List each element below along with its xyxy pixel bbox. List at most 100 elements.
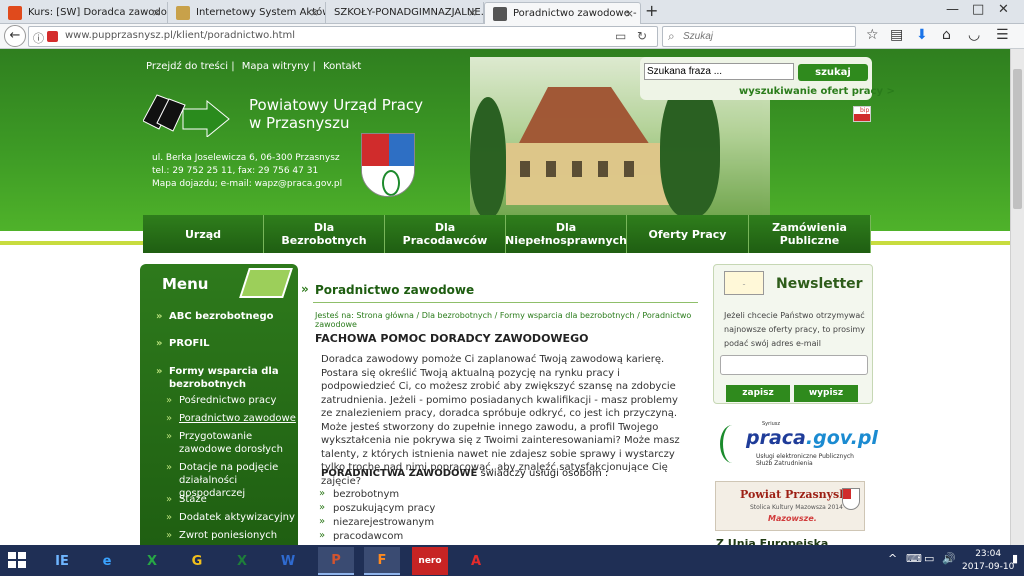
ie-task-icon[interactable]: IE — [44, 547, 80, 575]
word-task-icon[interactable]: W — [270, 547, 306, 575]
nav-dla-niepelnosprawnych[interactable]: Dla Niepełnosprawnych — [505, 215, 627, 253]
page-title: Poradnictwo zawodowe — [301, 282, 474, 297]
keyboard-icon[interactable]: ⌨ — [906, 552, 922, 565]
unsubscribe-button[interactable]: wypisz — [794, 385, 858, 402]
newsletter-title: Newsletter — [776, 276, 863, 292]
bullet-icon: » — [156, 366, 163, 377]
back-button[interactable]: ← — [4, 25, 26, 47]
acrobat-task-icon[interactable]: A — [458, 547, 494, 575]
bullet-icon: » — [166, 395, 173, 406]
email-field[interactable] — [720, 355, 868, 375]
browser-tab-3[interactable]: SZKOŁY-PONADGIMNAZJALNE… × — [326, 2, 484, 24]
submenu-przygotowanie[interactable]: » Przygotowanie zawodowe dorosłych — [166, 430, 283, 456]
nav-dla-pracodawcow[interactable]: Dla Pracodawców — [385, 215, 506, 253]
nav-urzad[interactable]: Urząd — [143, 215, 264, 253]
menu-item-formy-wsparcia[interactable]: » Formy wsparcia dla bezrobotnych — [156, 365, 279, 391]
praca-gov-banner[interactable]: Syriusz praca.gov.pl Usługi elektroniczn… — [716, 421, 878, 469]
url-bar[interactable]: ⓘ www.pupprzasnysz.pl/klient/poradnictwo… — [28, 26, 658, 47]
search-button[interactable]: szukaj — [798, 64, 868, 81]
edge-task-icon[interactable]: e — [89, 547, 125, 575]
list-item: pracodawcom — [319, 530, 403, 542]
reader-view-icon[interactable]: ▭ — [615, 29, 626, 43]
new-tab-button[interactable]: + — [645, 1, 658, 20]
bullet-icon: » — [156, 311, 163, 322]
close-tab-icon[interactable]: × — [152, 6, 161, 19]
list-item: niezarejestrowanym — [319, 516, 434, 528]
pocket-icon[interactable]: ◡ — [968, 27, 980, 43]
bullet-icon: » — [166, 512, 173, 523]
menu-item-profil[interactable]: » PROFIL — [156, 337, 209, 350]
site-search-input[interactable] — [644, 63, 794, 80]
excel-task-icon[interactable]: X — [134, 547, 170, 575]
subscribe-button[interactable]: zapisz — [726, 385, 790, 402]
building-roof — [518, 87, 650, 145]
main-navigation: Urząd Dla Bezrobotnych Dla Pracodawców D… — [143, 215, 871, 253]
document-favicon-icon — [176, 6, 190, 20]
browser-search-input[interactable] — [683, 29, 851, 44]
maximize-icon[interactable]: □ — [972, 2, 984, 17]
tab-title: Poradnictwo zawodowe - P… — [513, 8, 640, 19]
menu-item-abc[interactable]: » ABC bezrobotnego — [156, 310, 273, 323]
close-window-icon[interactable]: ✕ — [998, 2, 1009, 17]
minimize-icon[interactable]: — — [946, 2, 959, 17]
bookmark-star-icon[interactable]: ☆ — [866, 27, 879, 43]
submenu-dodatek[interactable]: » Dodatek aktywizacyjny — [166, 511, 295, 524]
powerpoint-task-icon[interactable]: P — [318, 547, 354, 575]
breadcrumb[interactable]: Jesteś na: Strona główna / Dla bezrobotn… — [315, 311, 707, 329]
coat-of-arms-icon — [361, 133, 415, 197]
submenu-posrednictwo[interactable]: » Pośrednictwo pracy — [166, 394, 276, 407]
nav-dla-bezrobotnych[interactable]: Dla Bezrobotnych — [264, 215, 385, 253]
firefox-task-icon[interactable]: F — [364, 547, 400, 575]
close-tab-icon[interactable]: × — [310, 6, 319, 19]
volume-icon[interactable]: 🔊 — [942, 552, 956, 565]
sitemap-link[interactable]: Mapa witryny | — [242, 61, 316, 72]
reload-icon[interactable]: ↻ — [637, 29, 647, 43]
network-icon[interactable]: ▭ — [924, 552, 934, 565]
chrome-task-icon[interactable]: G — [179, 547, 215, 575]
moodle-favicon-icon — [8, 6, 22, 20]
bip-logo-icon[interactable]: bip — [853, 106, 871, 122]
browser-tab-2[interactable]: Internetowy System Aktów P… × — [168, 2, 326, 24]
browser-search-bar[interactable]: ⌕ — [662, 26, 856, 47]
contact-link[interactable]: Kontakt — [323, 61, 361, 72]
scrollbar-thumb[interactable] — [1013, 69, 1022, 209]
info-icon[interactable]: ⓘ — [33, 30, 44, 46]
menu-icon[interactable]: ☰ — [996, 27, 1009, 43]
url-text[interactable]: www.pupprzasnysz.pl/klient/poradnictwo.h… — [65, 30, 295, 41]
menu-arrow-icon — [239, 268, 293, 298]
submenu-poradnictwo[interactable]: » Poradnictwo zawodowe — [166, 412, 296, 425]
submenu-zwrot[interactable]: » Zwrot poniesionych — [166, 529, 277, 542]
map-email-link[interactable]: Mapa dojazdu; e-mail: wapz@praca.gov.pl — [152, 178, 342, 191]
skip-to-content-link[interactable]: Przejdź do treści | — [146, 61, 235, 72]
nav-zamowienia-publiczne[interactable]: Zamówienia Publiczne — [749, 215, 871, 253]
institution-name: Powiatowy Urząd Pracy w Przasnyszu — [249, 96, 424, 132]
pup-logo-icon[interactable] — [143, 91, 231, 137]
blocked-content-icon[interactable] — [47, 31, 58, 42]
close-tab-icon[interactable]: × — [468, 6, 477, 19]
next-section-heading: Z Unią Europejską… — [716, 537, 840, 545]
windows-start-icon[interactable] — [8, 552, 28, 570]
home-icon[interactable]: ⌂ — [942, 27, 951, 43]
close-tab-icon[interactable]: × — [625, 7, 634, 20]
nav-oferty-pracy[interactable]: Oferty Pracy — [627, 215, 749, 253]
system-clock[interactable]: 23:04 2017-09-10 — [962, 548, 1014, 574]
nero-task-icon[interactable]: nero — [412, 547, 448, 575]
main-content: Poradnictwo zawodowe Jesteś na: Strona g… — [301, 271, 707, 545]
job-offers-search-link[interactable]: wyszukiwanie ofert pracy > — [739, 86, 895, 97]
bullet-icon: » — [166, 413, 173, 424]
services-lead: PORADNICTWA ZAWODOWE świadczy usługi oso… — [321, 468, 609, 479]
powiat-przasnyski-banner[interactable]: Powiat Przasnyski Stolica Kultury Mazows… — [715, 481, 865, 531]
excel2-task-icon[interactable]: X — [224, 547, 260, 575]
tab-title: Internetowy System Aktów P… — [196, 7, 325, 18]
page-scrollbar[interactable] — [1010, 49, 1024, 545]
reading-list-icon[interactable]: ▤ — [890, 27, 903, 43]
browser-tab-active[interactable]: Poradnictwo zawodowe - P… × — [484, 2, 641, 24]
list-item: bezrobotnym — [319, 488, 399, 500]
download-icon[interactable]: ⬇ — [916, 27, 928, 43]
newsletter-box: Newsletter Jeżeli chcecie Państwo otrzym… — [713, 264, 873, 404]
powiat-crest-icon — [842, 488, 860, 510]
browser-tab-1[interactable]: Kurs: [SW] Doradca zawodo… × — [0, 2, 168, 24]
tray-expand-icon[interactable]: ^ — [888, 552, 897, 565]
tab-strip: Kurs: [SW] Doradca zawodo… × Internetowy… — [0, 0, 1024, 24]
submenu-staze[interactable]: » Staże — [166, 493, 207, 506]
